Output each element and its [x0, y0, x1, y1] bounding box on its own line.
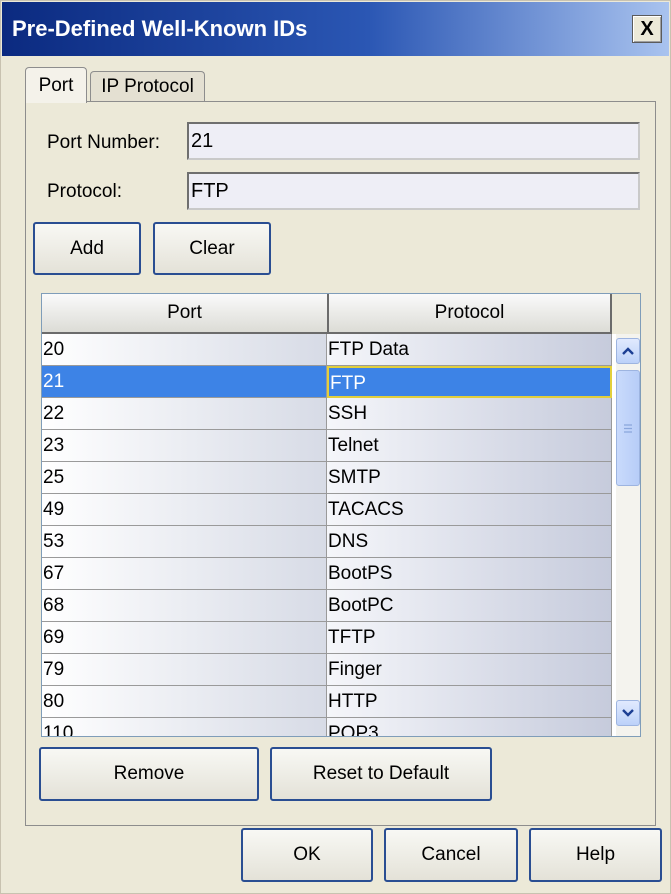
port-cell[interactable]: 69: [42, 622, 327, 654]
clear-button-label: Clear: [189, 237, 235, 259]
chevron-down-icon: [622, 709, 634, 717]
reset-to-default-button[interactable]: Reset to Default: [270, 747, 492, 801]
window-title: Pre-Defined Well-Known IDs: [12, 16, 308, 41]
remove-button[interactable]: Remove: [39, 747, 259, 801]
column-header-protocol-label: Protocol: [434, 302, 505, 323]
remove-button-label: Remove: [113, 763, 185, 784]
port-cell[interactable]: 53: [42, 526, 327, 558]
port-number-field[interactable]: 21: [187, 122, 640, 160]
port-cell[interactable]: 25: [42, 462, 327, 494]
port-cell[interactable]: 79: [42, 654, 327, 686]
table-row[interactable]: 22 SSH: [42, 398, 612, 430]
column-header-port-label: Port: [167, 302, 202, 323]
protocol-cell[interactable]: SMTP: [327, 462, 612, 494]
column-header-protocol[interactable]: Protocol: [329, 294, 612, 334]
port-cell[interactable]: 80: [42, 686, 327, 718]
scrollbar-thumb[interactable]: [616, 370, 640, 486]
port-cell[interactable]: 20: [42, 334, 327, 366]
table-row[interactable]: 80 HTTP: [42, 686, 612, 718]
protocol-cell[interactable]: FTP Data: [327, 334, 612, 366]
table-row[interactable]: 67 BootPS: [42, 558, 612, 590]
ok-button[interactable]: OK: [241, 828, 373, 882]
reset-to-default-button-label: Reset to Default: [312, 763, 450, 784]
scroll-up-button[interactable]: [616, 338, 640, 364]
add-button[interactable]: Add: [33, 222, 141, 275]
help-button[interactable]: Help: [529, 828, 662, 882]
table-row[interactable]: 110 POP3: [42, 718, 612, 736]
protocol-label: Protocol:: [47, 181, 122, 202]
port-number-label: Port Number:: [47, 132, 160, 153]
tab-port[interactable]: Port: [25, 67, 87, 103]
port-cell[interactable]: 68: [42, 590, 327, 622]
protocol-cell[interactable]: FTP: [327, 366, 612, 398]
tab-port-label: Port: [38, 74, 74, 96]
port-cell[interactable]: 110: [42, 718, 327, 736]
protocol-field[interactable]: FTP: [187, 172, 640, 210]
scroll-down-button[interactable]: [616, 700, 640, 726]
table-row[interactable]: 21 FTP: [42, 366, 612, 398]
table-row[interactable]: 23 Telnet: [42, 430, 612, 462]
table-row[interactable]: 25 SMTP: [42, 462, 612, 494]
protocol-cell[interactable]: SSH: [327, 398, 612, 430]
table-body: 20 FTP Data 21 FTP 22 SSH 23 Telnet 25 SMTP 4…: [42, 334, 612, 736]
protocol-cell[interactable]: BootPC: [327, 590, 612, 622]
close-button[interactable]: X: [632, 15, 662, 43]
table-row[interactable]: 69 TFTP: [42, 622, 612, 654]
tab-ip-protocol-label: IP Protocol: [101, 76, 194, 97]
port-cell[interactable]: 23: [42, 430, 327, 462]
protocol-cell[interactable]: TFTP: [327, 622, 612, 654]
table-row[interactable]: 79 Finger: [42, 654, 612, 686]
protocol-cell[interactable]: HTTP: [327, 686, 612, 718]
vertical-scrollbar[interactable]: [616, 334, 640, 736]
ok-button-label: OK: [293, 844, 321, 865]
table-row[interactable]: 53 DNS: [42, 526, 612, 558]
column-header-port[interactable]: Port: [42, 294, 329, 334]
chevron-up-icon: [622, 347, 634, 355]
port-cell[interactable]: 67: [42, 558, 327, 590]
header-corner: [612, 294, 640, 334]
cancel-button-label: Cancel: [421, 844, 481, 865]
grip-icon: [624, 423, 632, 433]
protocol-cell[interactable]: TACACS: [327, 494, 612, 526]
table-row[interactable]: 68 BootPC: [42, 590, 612, 622]
port-cell[interactable]: 21: [42, 366, 327, 398]
protocol-cell[interactable]: BootPS: [327, 558, 612, 590]
dialog-window: Pre-Defined Well-Known IDs X Port IP Pro…: [0, 0, 671, 894]
clear-button[interactable]: Clear: [153, 222, 271, 275]
title-bar[interactable]: Pre-Defined Well-Known IDs X: [2, 2, 669, 56]
table-row[interactable]: 20 FTP Data: [42, 334, 612, 366]
tab-ip-protocol[interactable]: IP Protocol: [90, 71, 205, 102]
cancel-button[interactable]: Cancel: [384, 828, 518, 882]
protocol-cell[interactable]: DNS: [327, 526, 612, 558]
table-row[interactable]: 49 TACACS: [42, 494, 612, 526]
protocol-cell[interactable]: Finger: [327, 654, 612, 686]
port-table: Port Protocol 20 FTP Data 21 FTP 22 SSH 23 T…: [41, 293, 641, 737]
close-icon: X: [640, 17, 654, 40]
add-button-label: Add: [70, 237, 104, 259]
port-cell[interactable]: 49: [42, 494, 327, 526]
help-button-label: Help: [575, 844, 616, 865]
protocol-cell[interactable]: Telnet: [327, 430, 612, 462]
protocol-cell[interactable]: POP3: [327, 718, 612, 736]
table-header: Port Protocol: [42, 294, 612, 334]
port-cell[interactable]: 22: [42, 398, 327, 430]
